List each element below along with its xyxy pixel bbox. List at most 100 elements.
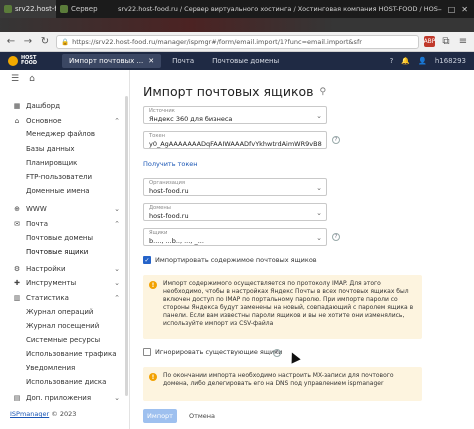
sidebar-group-www[interactable]: ⊕ WWW ⌄ (0, 203, 128, 214)
mx-info-note: ! По окончании импорта необходимо настро… (143, 367, 422, 401)
host-food-logo[interactable]: HOST FOOD (0, 52, 58, 70)
browser-tab-inactive[interactable]: Сервер (56, 0, 112, 18)
logo-line-2: FOOD (21, 60, 38, 66)
sidebar-item-ftp-users[interactable]: FTP-пользователи (0, 171, 128, 182)
chevron-down-icon: ⌄ (316, 234, 322, 242)
mx-note-text: По окончании импорта необходимо настроит… (163, 372, 394, 387)
stats-icon: ▥ (13, 293, 21, 302)
source-select[interactable]: Источник Яндекс 360 для бизнеса ⌄ (143, 106, 327, 124)
home-icon: ⌂ (14, 116, 20, 125)
sidebar-group-main[interactable]: ⌂ Основное ⌃ (0, 115, 128, 126)
imap-note-text: Импорт содержимого осуществляется по про… (163, 280, 414, 327)
copyright-year: © 2023 (51, 410, 77, 418)
sidebar-item-operations-log[interactable]: Журнал операций (0, 306, 128, 317)
back-icon[interactable]: ← (5, 36, 17, 48)
sidebar: ☰ ⌂ ▦ Дашборд ⌂ Основное ⌃ Менеджер файлов … (0, 70, 130, 429)
organization-select[interactable]: Организация host-food.ru ⌄ (143, 178, 327, 196)
sidebar-item-databases[interactable]: Базы данных (0, 143, 128, 154)
sidebar-item-dashboard[interactable]: ▦ Дашборд (0, 100, 128, 111)
bell-icon[interactable]: 🔔 (401, 57, 410, 65)
sidebar-item-disk-usage[interactable]: Использование диска (0, 376, 128, 387)
chevron-up-icon: ⌃ (114, 116, 120, 125)
warning-icon: ! (149, 281, 157, 289)
site-favicon-icon (60, 5, 68, 13)
warning-icon: ! (149, 373, 157, 381)
import-content-checkbox[interactable]: ✓ (143, 256, 151, 264)
token-value: y0_AgAAAAAAADqFAAIWAAADfvYkhwtrdAimWR9vB… (149, 140, 322, 148)
sidebar-group-settings[interactable]: ⚙ Настройки ⌄ (0, 263, 128, 274)
link-icon[interactable]: ⚲ (320, 87, 327, 97)
browser-titlebar: srv22.host-food.ru Сервер srv22.host-foo… (0, 0, 474, 18)
sidebar-item-mailboxes[interactable]: Почтовые ящики (0, 246, 128, 257)
chevron-down-icon: ⌄ (316, 209, 322, 217)
sidebar-group-apps[interactable]: ▤ Доп. приложения ⌄ (0, 392, 128, 403)
mailboxes-label: Ящики (149, 230, 168, 236)
sidebar-scrollbar[interactable] (125, 96, 128, 396)
menu-icon[interactable]: ≡ (457, 36, 469, 48)
tab-import-mailboxes[interactable]: Импорт почтовых ... ✕ (62, 54, 162, 68)
adblock-extension-icon[interactable]: ABP (424, 36, 435, 47)
chevron-down-icon: ⌄ (316, 184, 322, 192)
browser-navbar: ← → ↻ 🔒 https://srv22.host-food.ru/manag… (0, 32, 474, 52)
tab-mail-domains[interactable]: Почтовые домены (205, 54, 286, 68)
ignore-existing-checkbox[interactable] (143, 348, 151, 356)
sidebar-item-visits-log[interactable]: Журнал посещений (0, 320, 128, 331)
chevron-down-icon: ⌄ (114, 204, 120, 213)
chevron-down-icon: ⌄ (114, 264, 120, 273)
sidebar-footer: ISPmanager © 2023 (10, 410, 76, 418)
reload-icon[interactable]: ↻ (39, 36, 51, 48)
token-help-icon[interactable]: ? (332, 136, 340, 144)
mailboxes-select[interactable]: Ящики b...., ...b.., ..., _... ⌄ (143, 228, 327, 246)
close-icon[interactable]: ✕ (461, 5, 468, 14)
tab-mail[interactable]: Почта (165, 54, 201, 68)
user-icon[interactable]: 👤 (418, 57, 427, 65)
sidebar-item-notifications[interactable]: Уведомления (0, 362, 128, 373)
sidebar-item-file-manager[interactable]: Менеджер файлов (0, 128, 128, 139)
chevron-up-icon: ⌃ (114, 219, 120, 228)
sidebar-item-scheduler[interactable]: Планировщик (0, 157, 128, 168)
tab-label: Почта (172, 57, 195, 65)
dashboard-icon: ▦ (13, 101, 21, 110)
maximize-icon[interactable]: □ (448, 5, 456, 14)
get-token-link[interactable]: Получить токен (143, 160, 198, 168)
username[interactable]: h168293 (435, 57, 466, 65)
ispmanager-link[interactable]: ISPmanager (10, 410, 49, 418)
apps-icon: ▤ (13, 393, 21, 402)
browser-tab-label: srv22.host-food.ru (15, 5, 56, 13)
token-field[interactable]: Токен y0_AgAAAAAAADqFAAIWAAADfvYkhwtrdAi… (143, 131, 327, 149)
main-form: Импорт почтовых ящиков ⚲ Источник Яндекс… (131, 70, 474, 429)
globe-icon: ⊕ (14, 204, 20, 213)
chevron-down-icon: ⌄ (114, 393, 120, 402)
minimize-icon[interactable]: – (438, 5, 442, 14)
sidebar-group-mail[interactable]: ✉ Почта ⌃ (0, 218, 128, 229)
sidebar-item-mail-domains[interactable]: Почтовые домены (0, 232, 128, 243)
mailboxes-help-icon[interactable]: ? (332, 233, 340, 241)
help-icon[interactable]: ? (390, 57, 394, 65)
url-bar[interactable]: 🔒 https://srv22.host-food.ru/manager/isp… (56, 34, 419, 49)
lock-icon: 🔒 (61, 37, 70, 46)
tab-close-icon[interactable]: ✕ (148, 57, 154, 65)
hamburger-icon[interactable]: ☰ (11, 74, 19, 84)
domain-label: Домены (149, 205, 171, 211)
domain-select[interactable]: Домены host-food.ru ⌄ (143, 203, 327, 221)
ignore-existing-label[interactable]: Игнорировать существующие ящики (155, 348, 282, 356)
window-title: srv22.host-food.ru / Сервер виртуального… (118, 5, 438, 13)
sidebar-item-system-resources[interactable]: Системные ресурсы (0, 334, 128, 345)
sidebar-item-domain-names[interactable]: Доменные имена (0, 185, 128, 196)
bookmarks-strip (0, 18, 474, 32)
import-button[interactable]: Импорт (143, 409, 177, 423)
sidebar-group-tools[interactable]: ✚ Инструменты ⌄ (0, 277, 128, 288)
import-content-label[interactable]: Импортировать содержимое почтовых ящиков (155, 256, 317, 264)
cancel-button[interactable]: Отмена (189, 409, 215, 423)
forward-icon[interactable]: → (22, 36, 34, 48)
extensions-icon[interactable]: ⧉ (440, 36, 452, 48)
sidebar-group-stats[interactable]: ▥ Статистика ⌃ (0, 292, 128, 303)
ignore-existing-help-icon[interactable]: ? (273, 349, 281, 357)
sidebar-item-traffic-usage[interactable]: Использование трафика (0, 348, 128, 359)
source-label: Источник (149, 108, 175, 114)
pin-icon[interactable]: ⌂ (29, 74, 35, 84)
organization-label: Организация (149, 180, 186, 186)
chevron-down-icon: ⌄ (114, 278, 120, 287)
browser-tab-active[interactable]: srv22.host-food.ru (0, 0, 56, 18)
chevron-down-icon: ⌄ (316, 112, 322, 120)
